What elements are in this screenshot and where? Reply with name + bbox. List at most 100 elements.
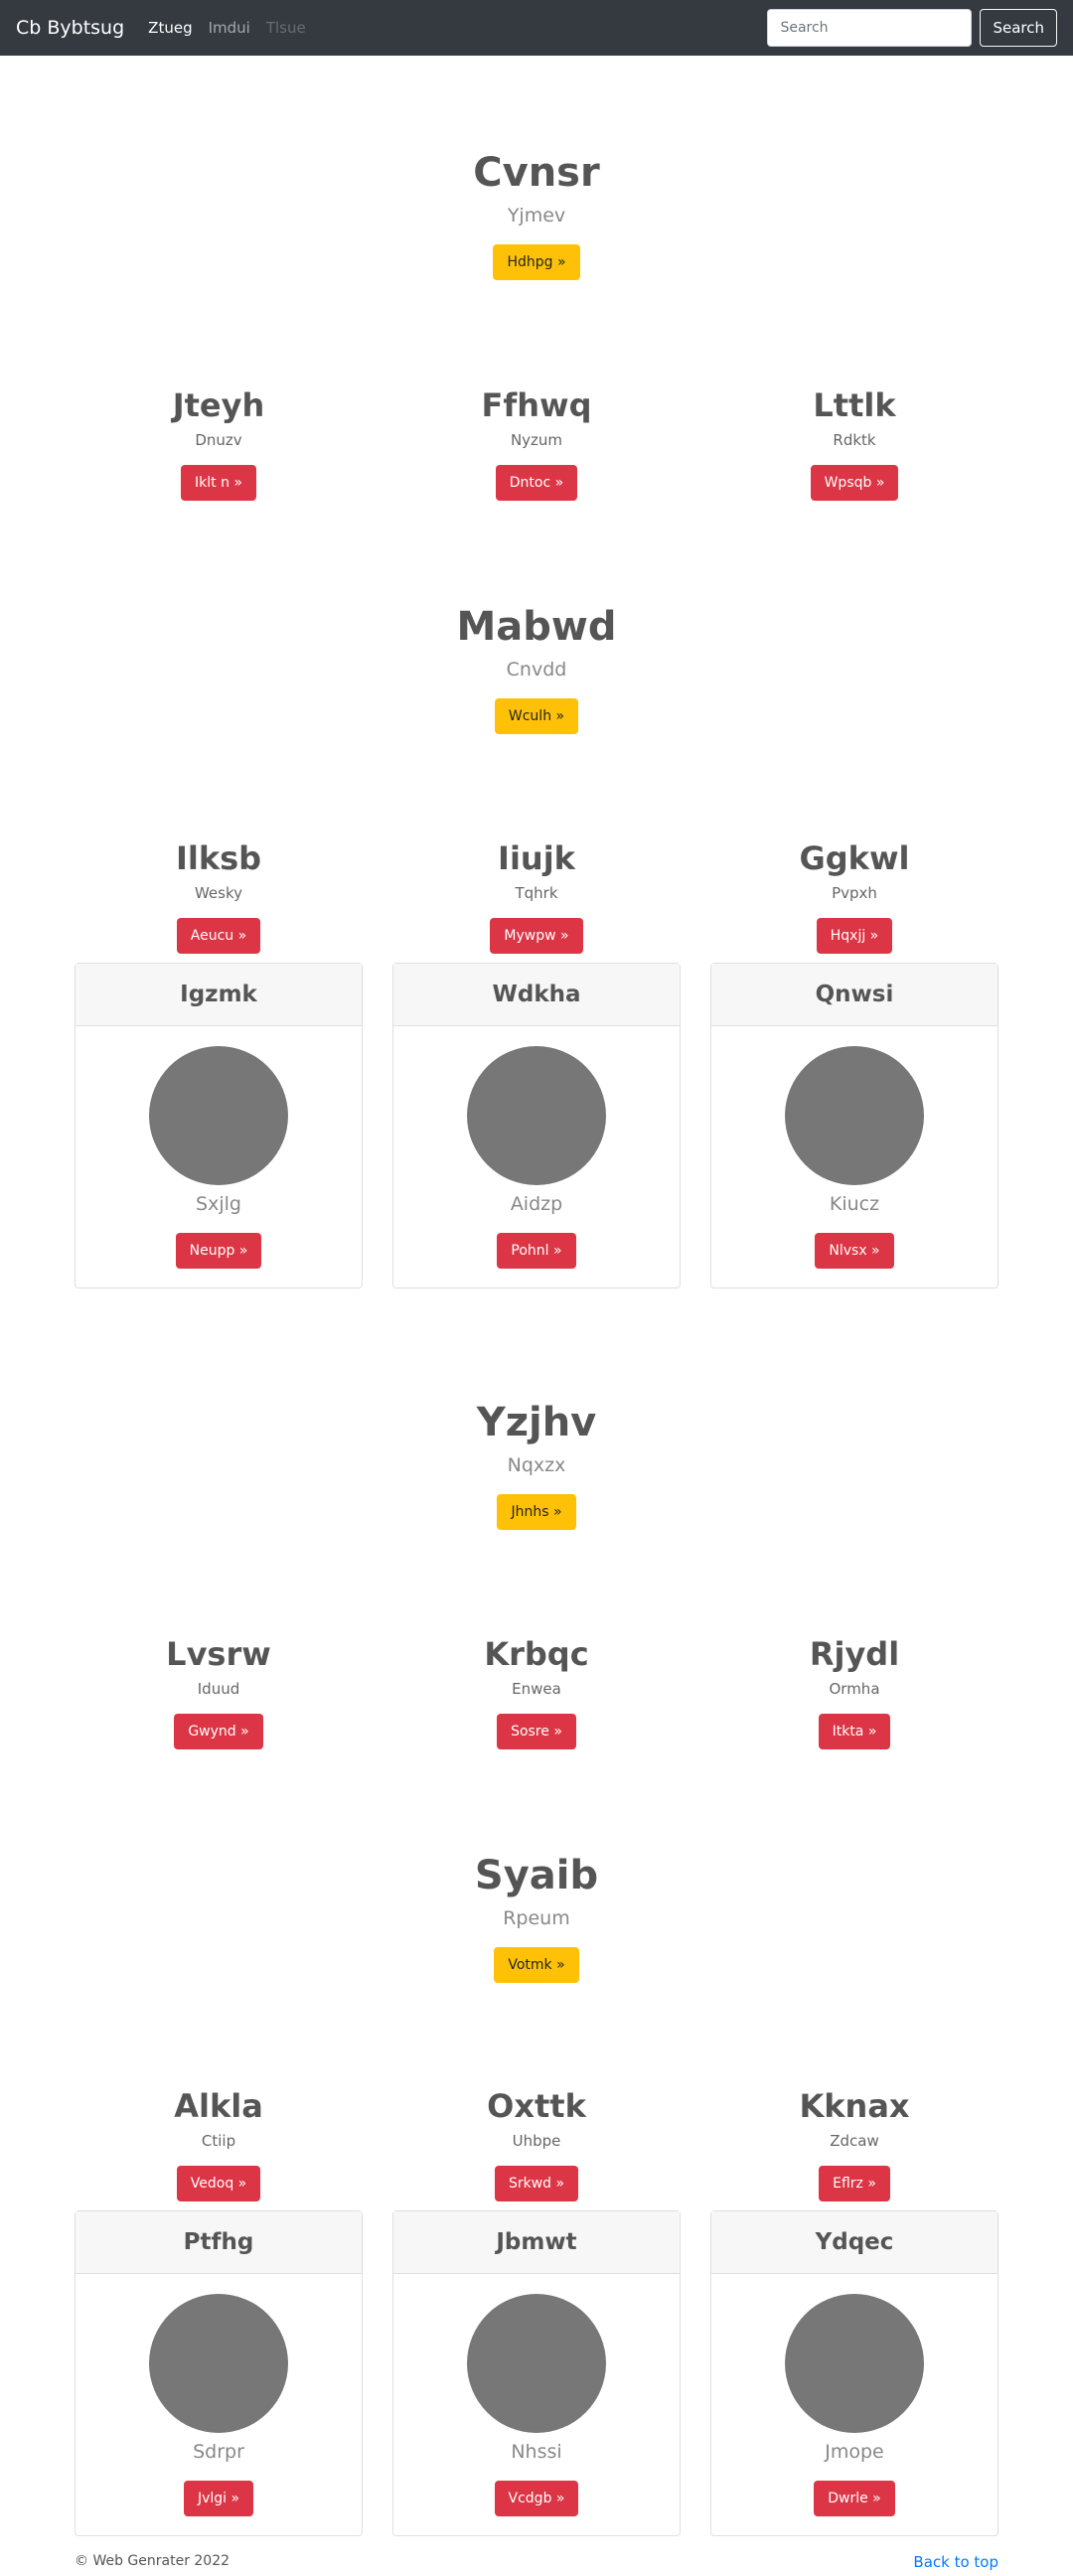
column-title: Lvsrw [166,1635,271,1673]
card-button[interactable]: Dwrle » [814,2481,895,2516]
card-name: Sxjlg [196,1193,241,1215]
hero-subtitle: Yjmev [507,205,566,227]
profile-card: Jbmwt Nhssi Vcdgb » [392,2210,681,2536]
column-title: Jteyh [172,386,265,424]
card-header: Jbmwt [393,2211,680,2274]
column-subtitle: Nyzum [510,431,563,449]
hero-section-4: Syaib Rpeum Votmk » [338,1852,735,1983]
card-header: Qnwsi [711,964,997,1026]
column-subtitle: Zdcaw [830,2132,879,2150]
feature-column: Lvsrw Iduud Gwynd » [75,1634,363,1749]
column-title: Ffhwq [481,386,592,424]
hero-button[interactable]: Votmk » [494,1947,579,1983]
column-title: Krbqc [484,1635,589,1673]
column-button[interactable]: Dntoc » [495,465,578,501]
hero-subtitle: Nqxzx [507,1454,566,1476]
column-subtitle: Enwea [512,1680,561,1698]
hero-button[interactable]: Jhnhs » [497,1494,576,1530]
column-title: Oxttk [487,2087,586,2125]
hero-button[interactable]: Wculh » [494,698,579,734]
nav-link-ztueg[interactable]: Ztueg [148,19,192,37]
column-button[interactable]: Wpsqb » [810,465,899,501]
card-name: Nhssi [511,2441,562,2463]
column-button[interactable]: Gwynd » [174,1714,263,1749]
search-input[interactable] [767,9,973,47]
column-title: Lttlk [813,386,896,424]
profile-card: Igzmk Sxjlg Neupp » [75,963,363,1288]
hero-subtitle: Cnvdd [506,659,567,681]
card-name: Kiucz [829,1193,880,1215]
card-button[interactable]: Nlvsx » [815,1233,894,1269]
column-subtitle: Ormha [829,1680,880,1698]
column-title: Iiujk [498,839,575,877]
column-button[interactable]: Mywpw » [490,918,583,954]
feature-column: Ilksb Wesky Aeucu » [75,838,363,954]
profile-card: Ptfhg Sdrpr Jvlgi » [75,2210,363,2536]
navbar-brand[interactable]: Cb Bybtsug [16,17,124,39]
column-button[interactable]: Eflrz » [819,2166,890,2201]
card-button[interactable]: Pohnl » [497,1233,576,1269]
nav-link-tlsue: Tlsue [265,19,306,37]
feature-column: Krbqc Enwea Sosre » [392,1634,681,1749]
column-button[interactable]: Vedoq » [176,2166,261,2201]
card-header: Wdkha [393,964,680,1026]
column-subtitle: Ctiip [201,2132,236,2150]
card-button[interactable]: Neupp » [175,1233,262,1269]
hero-subtitle: Rpeum [503,1907,570,1929]
column-button[interactable]: Hqxjj » [816,918,893,954]
column-subtitle: Uhbpe [512,2132,561,2150]
avatar [785,1046,924,1185]
column-subtitle: Pvpxh [832,884,877,902]
column-button[interactable]: Sosre » [497,1714,576,1749]
avatar [149,2294,288,2433]
nav-link-imdui[interactable]: Imdui [209,19,250,37]
column-button[interactable]: Iklt n » [181,465,256,501]
column-subtitle: Iduud [197,1680,240,1698]
hero-section-1: Cvnsr Yjmev Hdhpg » [338,149,735,280]
feature-column: Oxttk Uhbpe Srkwd » [392,2086,681,2201]
profile-card: Wdkha Aidzp Pohnl » [392,963,681,1288]
avatar [149,1046,288,1185]
footer-copyright: © Web Genrater 2022 [75,2553,230,2569]
avatar [785,2294,924,2433]
search-button[interactable]: Search [980,9,1057,47]
navbar: Cb Bybtsug Ztueg Imdui Tlsue Search [0,0,1073,56]
column-title: Kknax [799,2087,910,2125]
hero-title: Syaib [474,1853,599,1898]
hero-title: Cvnsr [473,150,600,196]
avatar [467,1046,606,1185]
profile-card: Ydqec Jmope Dwrle » [710,2210,998,2536]
column-subtitle: Tqhrk [515,884,558,902]
feature-column: Rjydl Ormha Itkta » [710,1634,998,1749]
avatar [467,2294,606,2433]
card-name: Sdrpr [193,2441,244,2463]
feature-column: Kknax Zdcaw Eflrz » [710,2086,998,2201]
hero-button[interactable]: Hdhpg » [493,244,580,280]
feature-column: Alkla Ctiip Vedoq » [75,2086,363,2201]
column-subtitle: Rdktk [833,431,876,449]
column-title: Ilksb [175,839,262,877]
column-subtitle: Dnuzv [195,431,242,449]
feature-column: Lttlk Rdktk Wpsqb » [710,385,998,501]
column-title: Rjydl [809,1635,900,1673]
card-button[interactable]: Vcdgb » [494,2481,579,2516]
hero-title: Yzjhv [476,1400,597,1445]
column-button[interactable]: Srkwd » [494,2166,579,2201]
column-subtitle: Wesky [194,884,243,902]
card-header: Ydqec [711,2211,997,2274]
card-header: Ptfhg [76,2211,362,2274]
column-title: Alkla [174,2087,263,2125]
card-button[interactable]: Jvlgi » [183,2481,254,2516]
card-header: Igzmk [76,964,362,1026]
hero-section-3: Yzjhv Nqxzx Jhnhs » [338,1399,735,1530]
back-to-top-link[interactable]: Back to top [913,2553,998,2571]
card-name: Jmope [825,2441,884,2463]
profile-card: Qnwsi Kiucz Nlvsx » [710,963,998,1288]
column-button[interactable]: Itkta » [818,1714,891,1749]
feature-column: Ggkwl Pvpxh Hqxjj » [710,838,998,954]
feature-column: Iiujk Tqhrk Mywpw » [392,838,681,954]
feature-column: Ffhwq Nyzum Dntoc » [392,385,681,501]
hero-title: Mabwd [456,604,617,650]
column-title: Ggkwl [799,839,910,877]
column-button[interactable]: Aeucu » [176,918,261,954]
